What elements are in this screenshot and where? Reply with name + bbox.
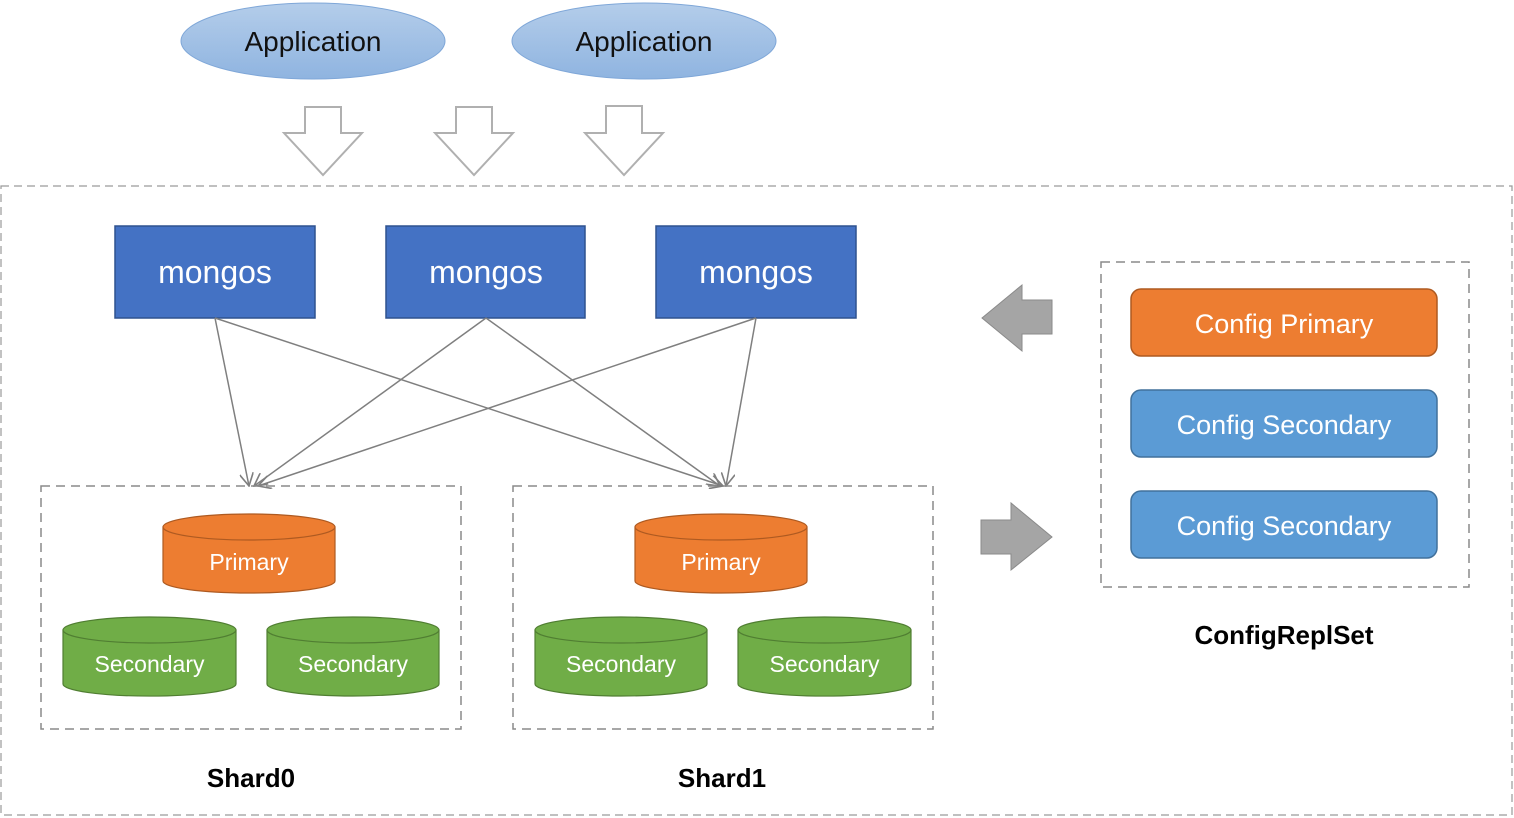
right-arrow-icon bbox=[980, 501, 1053, 572]
secondary-database-icon: Secondary bbox=[266, 616, 440, 697]
shard-name-label: Shard1 bbox=[678, 763, 766, 793]
config-replica-set: Config Primary Config Secondary Config S… bbox=[1100, 261, 1470, 650]
config-node-label: Config Secondary bbox=[1177, 410, 1392, 440]
mongos-label: mongos bbox=[158, 254, 272, 290]
mongos-label: mongos bbox=[429, 254, 543, 290]
left-arrow-icon bbox=[981, 283, 1053, 353]
secondary-label: Secondary bbox=[298, 651, 408, 677]
connector-arrow bbox=[258, 317, 757, 486]
mongos-label: mongos bbox=[699, 254, 813, 290]
connector-arrow bbox=[214, 317, 249, 486]
application-node-1: Application bbox=[180, 2, 446, 80]
primary-database-icon: Primary bbox=[162, 513, 336, 594]
connector-arrow bbox=[254, 317, 487, 486]
config-secondary-node: Config Secondary bbox=[1130, 490, 1438, 559]
config-node-label: Config Primary bbox=[1195, 309, 1374, 339]
secondary-label: Secondary bbox=[95, 651, 205, 677]
down-arrow-icon bbox=[432, 106, 516, 177]
secondary-database-icon: Secondary bbox=[62, 616, 237, 697]
config-primary-node: Config Primary bbox=[1130, 288, 1438, 357]
mongos-router-1: mongos bbox=[114, 225, 316, 319]
connector-arrow bbox=[214, 317, 723, 486]
architecture-diagram: Application Application mongos mongos mo… bbox=[0, 2, 1513, 816]
application-label: Application bbox=[245, 26, 382, 57]
connector-arrow bbox=[485, 317, 720, 486]
down-arrow-icon bbox=[582, 105, 666, 177]
primary-label: Primary bbox=[209, 549, 289, 575]
application-label: Application bbox=[576, 26, 713, 57]
mongos-router-2: mongos bbox=[385, 225, 586, 319]
shard-1: Primary Secondary Secondary Shard1 bbox=[512, 485, 934, 793]
config-node-label: Config Secondary bbox=[1177, 511, 1392, 541]
connector-arrow bbox=[726, 317, 757, 486]
shard-0: Primary Secondary Secondary Shard0 bbox=[40, 485, 462, 793]
config-replset-name-label: ConfigReplSet bbox=[1194, 620, 1373, 650]
shard-name-label: Shard0 bbox=[207, 763, 295, 793]
mongos-router-3: mongos bbox=[655, 225, 857, 319]
primary-database-icon: Primary bbox=[634, 513, 808, 594]
primary-label: Primary bbox=[681, 549, 761, 575]
application-node-2: Application bbox=[511, 2, 777, 80]
secondary-database-icon: Secondary bbox=[534, 616, 708, 697]
secondary-database-icon: Secondary bbox=[737, 616, 912, 697]
secondary-label: Secondary bbox=[566, 651, 676, 677]
config-secondary-node: Config Secondary bbox=[1130, 389, 1438, 458]
down-arrow-icon bbox=[281, 106, 365, 177]
secondary-label: Secondary bbox=[770, 651, 880, 677]
